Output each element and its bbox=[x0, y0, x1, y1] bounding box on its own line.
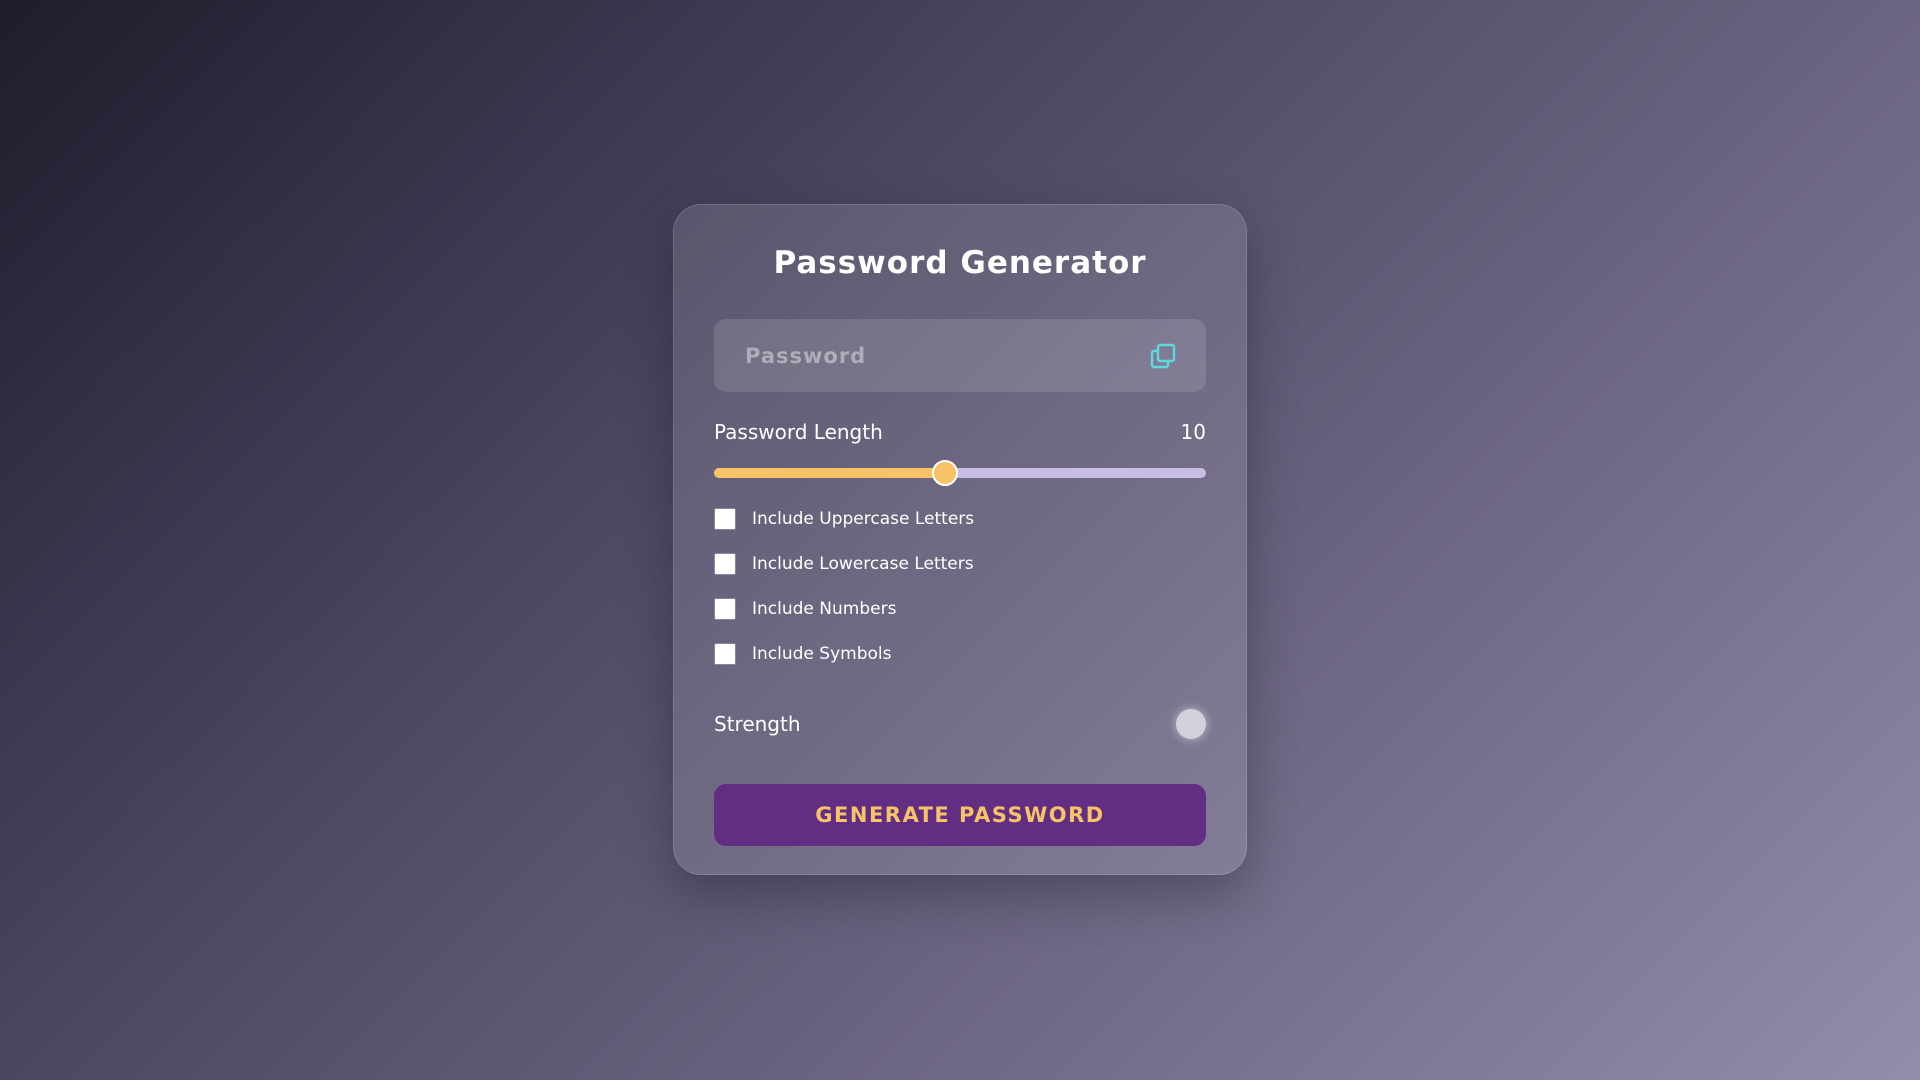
strength-indicator bbox=[1176, 709, 1206, 739]
option-uppercase-label: Include Uppercase Letters bbox=[752, 508, 975, 529]
page-title: Password Generator bbox=[773, 245, 1147, 281]
option-numbers-label: Include Numbers bbox=[752, 598, 897, 619]
strength-label: Strength bbox=[714, 712, 801, 736]
uppercase-checkbox[interactable] bbox=[714, 507, 736, 530]
password-output-box bbox=[714, 319, 1206, 392]
option-uppercase[interactable]: Include Uppercase Letters bbox=[714, 496, 1206, 541]
option-symbols-label: Include Symbols bbox=[752, 643, 892, 664]
options-list: Include Uppercase Letters Include Lowerc… bbox=[714, 496, 1206, 676]
generate-password-button[interactable]: GENERATE PASSWORD bbox=[714, 784, 1206, 846]
slider-thumb[interactable] bbox=[932, 460, 959, 486]
password-generator-card: Password Generator Password Length 10 In… bbox=[673, 204, 1247, 875]
password-input[interactable] bbox=[743, 342, 1127, 369]
password-length-value: 10 bbox=[1180, 420, 1206, 444]
strength-row: Strength bbox=[714, 706, 1206, 742]
symbols-checkbox[interactable] bbox=[714, 642, 736, 665]
slider-fill bbox=[714, 468, 946, 478]
option-lowercase[interactable]: Include Lowercase Letters bbox=[714, 541, 1206, 586]
option-symbols[interactable]: Include Symbols bbox=[714, 631, 1206, 676]
copy-icon[interactable] bbox=[1149, 342, 1177, 370]
password-length-row: Password Length 10 bbox=[714, 418, 1206, 446]
password-length-label: Password Length bbox=[714, 420, 883, 444]
option-lowercase-label: Include Lowercase Letters bbox=[752, 553, 974, 574]
password-length-slider[interactable] bbox=[714, 460, 1206, 486]
lowercase-checkbox[interactable] bbox=[714, 552, 736, 575]
numbers-checkbox[interactable] bbox=[714, 597, 736, 620]
option-numbers[interactable]: Include Numbers bbox=[714, 586, 1206, 631]
